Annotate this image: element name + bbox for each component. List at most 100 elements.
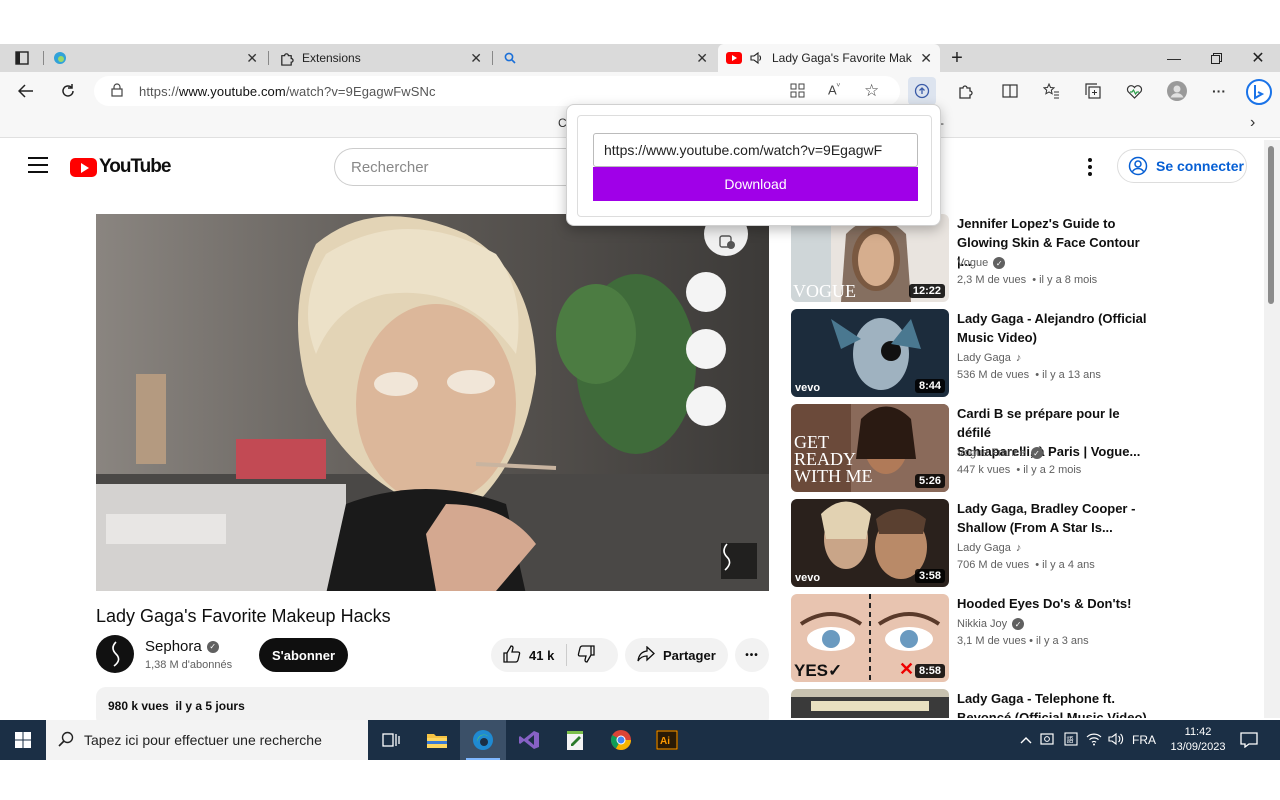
new-tab-button[interactable]: + xyxy=(935,44,979,72)
video-duration: 8:44 xyxy=(914,379,945,393)
dislike-icon[interactable] xyxy=(577,644,595,666)
recommended-channel[interactable]: Vogue France ✓ xyxy=(957,447,1043,459)
settings-more-icon[interactable]: ··· xyxy=(1208,80,1230,102)
refresh-icon[interactable] xyxy=(54,78,82,104)
video-thumbnail[interactable] xyxy=(791,689,949,718)
tab-edge[interactable]: ✕ xyxy=(52,44,266,72)
favorites-icon[interactable] xyxy=(1040,80,1062,102)
recommended-video[interactable]: Lady Gaga - Telephone ft. Beyoncé (Offici… xyxy=(791,689,1151,718)
screen: ✕ Extensions ✕ ✕ Lady Gaga's Favorite Ma… xyxy=(0,0,1280,800)
lock-icon[interactable] xyxy=(111,83,123,102)
recommended-meta: 2,3 M de vues • il y a 8 mois xyxy=(957,274,1098,286)
channel-avatar[interactable] xyxy=(96,635,134,673)
like-icon[interactable] xyxy=(503,644,521,666)
recommended-title[interactable]: Lady Gaga - Alejandro (Official Music Vid… xyxy=(957,309,1151,347)
recommended-title[interactable]: Lady Gaga, Bradley Cooper - Shallow (From… xyxy=(957,499,1151,537)
speaker-icon[interactable] xyxy=(748,50,764,66)
sign-in-label: Se connecter xyxy=(1156,158,1244,174)
chevron-up-icon[interactable] xyxy=(1020,733,1032,747)
scrollbar-thumb[interactable] xyxy=(1268,146,1274,304)
app-available-icon[interactable] xyxy=(790,83,805,103)
webcam-icon[interactable] xyxy=(1040,732,1056,749)
video-duration: 3:58 xyxy=(914,569,945,583)
illustrator-icon[interactable]: Ai xyxy=(644,720,690,760)
tab-youtube-active[interactable]: Lady Gaga's Favorite Makeu ✕ xyxy=(718,44,940,72)
channel-name[interactable]: Sephora ✓ xyxy=(145,638,219,655)
search-icon xyxy=(502,50,518,66)
notepad-plus-icon[interactable] xyxy=(552,720,598,760)
edge-taskbar-icon[interactable] xyxy=(460,720,506,760)
more-options-icon[interactable] xyxy=(1082,154,1098,180)
youtube-logo-text: YouTube xyxy=(99,156,171,177)
taskbar-clock[interactable]: 11:42 13/09/2023 xyxy=(1166,725,1230,755)
chevron-right-icon[interactable]: › xyxy=(1250,114,1255,132)
download-button[interactable]: Download xyxy=(593,167,918,201)
recommended-channel[interactable]: Nikkia Joy ✓ xyxy=(957,618,1025,630)
recommended-video[interactable]: YES✓ ✕ 8:58 Hooded Eyes Do's & Don'ts! N… xyxy=(791,594,1151,682)
video-thumbnail[interactable]: VOGUE 12:22 xyxy=(791,214,949,302)
wifi-icon[interactable] xyxy=(1086,732,1102,749)
close-tab-icon[interactable]: ✕ xyxy=(246,50,258,67)
keyboard-ime-icon[interactable]: 語 xyxy=(1064,731,1078,749)
downloader-extension-icon[interactable] xyxy=(908,77,936,105)
close-tab-icon[interactable]: ✕ xyxy=(920,50,932,67)
read-aloud-icon[interactable]: Aⱽ xyxy=(828,82,840,97)
youtube-logo[interactable]: YouTube xyxy=(70,156,171,178)
profile-avatar[interactable] xyxy=(1166,80,1188,102)
thumbnail-text: GET READY WITH ME xyxy=(794,432,873,486)
vevo-logo-text: vevo xyxy=(795,382,821,394)
video-player[interactable] xyxy=(96,214,769,591)
system-tray: 語 FRA xyxy=(1020,720,1156,760)
like-count[interactable]: 41 k xyxy=(529,648,554,663)
language-indicator[interactable]: FRA xyxy=(1132,733,1156,747)
video-thumbnail[interactable]: vevo 3:58 xyxy=(791,499,949,587)
task-view-icon[interactable] xyxy=(368,720,414,760)
taskbar-search-box[interactable]: Tapez ici pour effectuer une recherche xyxy=(46,720,368,760)
file-explorer-icon[interactable] xyxy=(414,720,460,760)
chrome-icon[interactable] xyxy=(598,720,644,760)
minimize-icon[interactable]: — xyxy=(1152,44,1196,72)
more-actions-button[interactable]: ••• xyxy=(735,638,769,672)
close-window-icon[interactable]: ✕ xyxy=(1236,44,1280,72)
recommended-video[interactable]: vevo 8:44 Lady Gaga - Alejandro (Officia… xyxy=(791,309,1151,397)
back-icon[interactable] xyxy=(12,78,40,104)
recommended-title[interactable]: Hooded Eyes Do's & Don'ts! xyxy=(957,594,1151,613)
favorite-star-icon[interactable]: ☆ xyxy=(864,81,879,101)
split-screen-icon[interactable] xyxy=(999,80,1021,102)
video-thumbnail[interactable]: YES✓ ✕ 8:58 xyxy=(791,594,949,682)
tab-search[interactable]: ✕ xyxy=(502,44,716,72)
visual-studio-icon[interactable] xyxy=(506,720,552,760)
tab-label: Lady Gaga's Favorite Makeu xyxy=(772,51,912,65)
windows-start-icon[interactable] xyxy=(0,720,46,760)
youtube-search-input[interactable]: Rechercher xyxy=(334,148,584,186)
tab-actions-icon[interactable] xyxy=(8,45,36,71)
video-url-input[interactable] xyxy=(593,133,918,167)
video-thumbnail[interactable]: GET READY WITH ME 5:26 xyxy=(791,404,949,492)
page-scrollbar[interactable] xyxy=(1264,140,1280,718)
subscribe-button[interactable]: S'abonner xyxy=(259,638,348,672)
bing-copilot-icon[interactable] xyxy=(1245,78,1273,106)
extensions-icon[interactable] xyxy=(954,80,976,102)
recommended-channel[interactable]: Lady Gaga ♪ xyxy=(957,352,1021,364)
notifications-icon[interactable] xyxy=(1226,720,1272,760)
video-thumbnail[interactable]: vevo 8:44 xyxy=(791,309,949,397)
collections-icon[interactable] xyxy=(1082,80,1104,102)
restore-icon[interactable] xyxy=(1194,44,1238,72)
recommended-channel[interactable]: Lady Gaga ♪ xyxy=(957,542,1021,554)
recommended-video[interactable]: GET READY WITH ME 5:26 Cardi B se prépar… xyxy=(791,404,1151,492)
share-button[interactable]: Partager xyxy=(625,638,728,672)
close-tab-icon[interactable]: ✕ xyxy=(470,50,482,67)
tab-extensions[interactable]: Extensions ✕ xyxy=(278,44,490,72)
browser-essentials-icon[interactable] xyxy=(1123,80,1145,102)
recommended-channel[interactable]: Vogue ✓ xyxy=(957,257,1006,269)
video-duration: 12:22 xyxy=(908,284,945,298)
address-bar[interactable]: https://www.youtube.com/watch?v=9EgagwFw… xyxy=(94,76,900,106)
verified-badge-icon: ✓ xyxy=(993,257,1006,269)
recommended-video[interactable]: VOGUE 12:22 Jennifer Lopez's Guide to Glo… xyxy=(791,214,1151,302)
menu-icon[interactable] xyxy=(28,157,48,173)
volume-icon[interactable] xyxy=(1108,732,1124,749)
close-tab-icon[interactable]: ✕ xyxy=(696,50,708,67)
sign-in-button[interactable]: Se connecter xyxy=(1117,149,1247,183)
recommended-title[interactable]: Lady Gaga - Telephone ft. Beyoncé (Offici… xyxy=(957,689,1151,718)
recommended-video[interactable]: vevo 3:58 Lady Gaga, Bradley Cooper - Sha… xyxy=(791,499,1151,587)
